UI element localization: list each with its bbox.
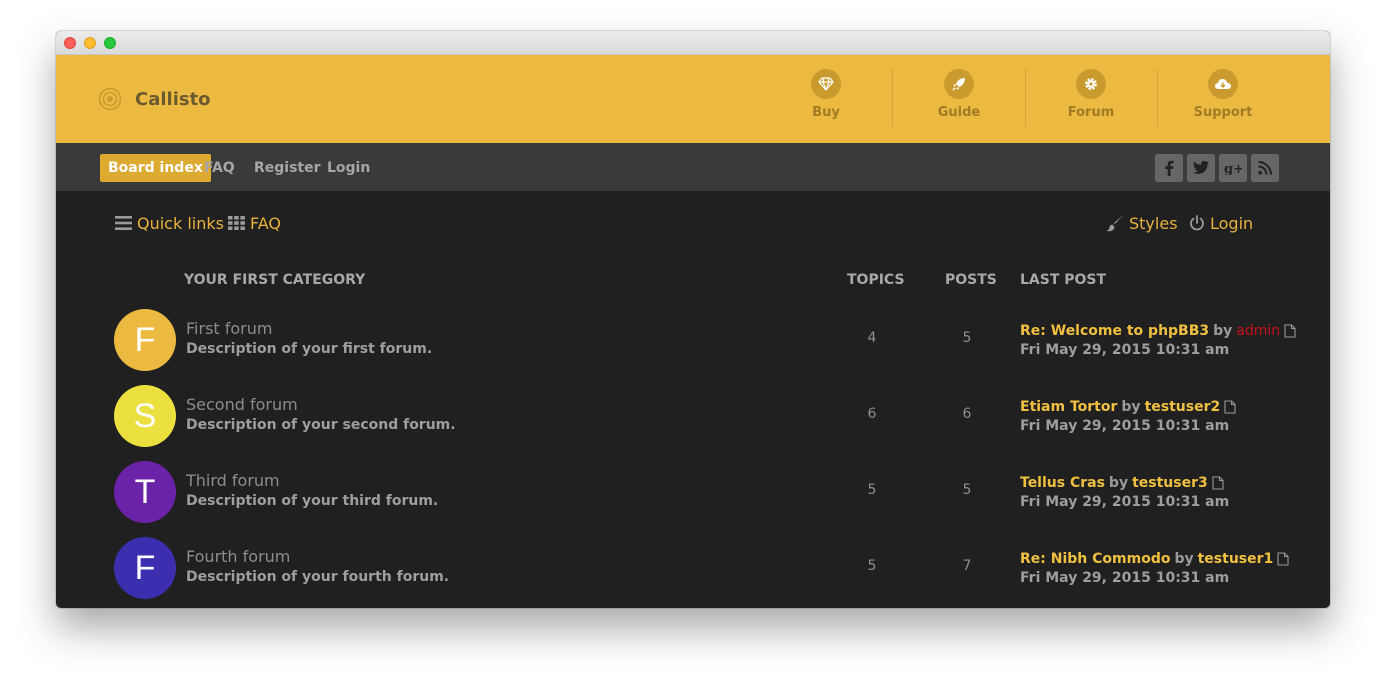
styles-label: Styles	[1129, 213, 1178, 233]
document-icon[interactable]	[1224, 400, 1236, 414]
topnav-buy[interactable]: Buy	[760, 69, 892, 129]
last-post-date: Fri May 29, 2015 10:31 am	[1020, 494, 1230, 510]
last-post-link[interactable]: Re: Welcome to phpBB3	[1020, 323, 1209, 339]
topnav-guide-label: Guide	[937, 105, 981, 120]
last-post-date: Fri May 29, 2015 10:31 am	[1020, 342, 1230, 358]
last-post-by: by	[1213, 323, 1233, 339]
topnav-guide[interactable]: Guide	[893, 69, 1025, 129]
topnav-forum[interactable]: Forum	[1025, 69, 1157, 129]
last-post-date: Fri May 29, 2015 10:31 am	[1020, 570, 1230, 586]
forum-avatar[interactable]: F	[114, 537, 176, 599]
topnav-support[interactable]: Support	[1157, 69, 1289, 129]
forum-row: S Second forum Description of your secon…	[56, 385, 1330, 461]
twitter-icon[interactable]	[1187, 154, 1215, 182]
document-icon[interactable]	[1284, 324, 1296, 338]
tab-login[interactable]: Login	[327, 154, 370, 182]
quick-links-button[interactable]: Quick links	[115, 212, 224, 234]
topnav-forum-label: Forum	[1067, 105, 1115, 120]
diamond-icon	[818, 77, 834, 91]
login-button[interactable]: Login	[1189, 212, 1253, 234]
maximize-window-button[interactable]	[104, 37, 116, 49]
last-post-line: Etiam Tortor by testuser2	[1020, 399, 1236, 415]
last-post-line: Re: Nibh Commodo by testuser1	[1020, 551, 1289, 567]
faq-link[interactable]: FAQ	[228, 212, 281, 234]
last-post-by: by	[1174, 551, 1194, 567]
last-post-user[interactable]: testuser3	[1132, 475, 1208, 491]
forum-avatar[interactable]: S	[114, 385, 176, 447]
last-post-line: Tellus Cras by testuser3	[1020, 475, 1224, 491]
grid-icon	[228, 216, 245, 230]
faq-link-label: FAQ	[250, 213, 281, 233]
document-icon[interactable]	[1277, 552, 1289, 566]
google-plus-icon[interactable]: g+	[1219, 154, 1247, 182]
last-post-link[interactable]: Etiam Tortor	[1020, 399, 1117, 415]
last-post-date: Fri May 29, 2015 10:31 am	[1020, 418, 1230, 434]
facebook-icon[interactable]	[1155, 154, 1183, 182]
last-post-link[interactable]: Tellus Cras	[1020, 475, 1105, 491]
column-posts: POSTS	[945, 272, 997, 288]
forum-posts-count: 6	[962, 406, 972, 422]
forum-description: Description of your second forum.	[186, 417, 456, 433]
forum-title-link[interactable]: Fourth forum	[186, 547, 290, 566]
topnav-buy-label: Buy	[812, 105, 840, 120]
cloud-download-icon	[1215, 79, 1231, 89]
forum-title-link[interactable]: Second forum	[186, 395, 298, 414]
top-navigation: Buy Guide Forum Support	[56, 55, 1330, 143]
forum-topics-count: 5	[867, 482, 877, 498]
close-window-button[interactable]	[64, 37, 76, 49]
minimize-window-button[interactable]	[84, 37, 96, 49]
tab-faq[interactable]: FAQ	[204, 154, 235, 182]
last-post-user[interactable]: admin	[1236, 323, 1280, 339]
forum-posts-count: 7	[962, 558, 972, 574]
paintbrush-icon	[1106, 215, 1123, 232]
forum-topics-count: 4	[867, 330, 877, 346]
forum-topics-count: 6	[867, 406, 877, 422]
forum-row: F First forum Description of your first …	[56, 309, 1330, 385]
browser-window: Callisto Buy Guide Forum Support Board i…	[56, 31, 1330, 608]
forum-posts-count: 5	[962, 330, 972, 346]
power-icon	[1190, 215, 1204, 231]
column-topics: TOPICS	[847, 272, 905, 288]
rss-icon[interactable]	[1251, 154, 1279, 182]
last-post-link[interactable]: Re: Nibh Commodo	[1020, 551, 1170, 567]
forum-title-link[interactable]: Third forum	[186, 471, 280, 490]
sub-navigation: Board index FAQ Register Login g+	[56, 143, 1330, 191]
forum-row: T Third forum Description of your third …	[56, 461, 1330, 537]
forum-posts-count: 5	[962, 482, 972, 498]
svg-text:g+: g+	[1224, 162, 1242, 175]
forum-title-link[interactable]: First forum	[186, 319, 272, 338]
login-label: Login	[1210, 213, 1254, 233]
forum-row: F Fourth forum Description of your fourt…	[56, 537, 1330, 608]
window-titlebar	[56, 31, 1330, 55]
forum-topics-count: 5	[867, 558, 877, 574]
rocket-icon	[952, 78, 965, 91]
styles-button[interactable]: Styles	[1106, 212, 1178, 234]
last-post-by: by	[1121, 399, 1141, 415]
tab-board-index[interactable]: Board index	[100, 154, 211, 182]
forum-avatar[interactable]: T	[114, 461, 176, 523]
topnav-support-label: Support	[1193, 105, 1253, 120]
forum-description: Description of your first forum.	[186, 341, 433, 357]
document-icon[interactable]	[1212, 476, 1224, 490]
category-title[interactable]: YOUR FIRST CATEGORY	[184, 272, 365, 288]
quick-links-label: Quick links	[137, 213, 224, 233]
last-post-by: by	[1108, 475, 1129, 491]
site-header: Callisto Buy Guide Forum Support	[56, 55, 1330, 143]
gear-icon	[1085, 78, 1097, 90]
menu-icon	[115, 216, 132, 230]
last-post-line: Re: Welcome to phpBB3 by admin	[1020, 323, 1296, 339]
forum-description: Description of your fourth forum.	[186, 569, 450, 585]
tab-register[interactable]: Register	[254, 154, 321, 182]
last-post-user[interactable]: testuser1	[1198, 551, 1274, 567]
last-post-user[interactable]: testuser2	[1145, 399, 1221, 415]
forum-description: Description of your third forum.	[186, 493, 439, 509]
forum-avatar[interactable]: F	[114, 309, 176, 371]
column-last-post: LAST POST	[1020, 272, 1107, 288]
